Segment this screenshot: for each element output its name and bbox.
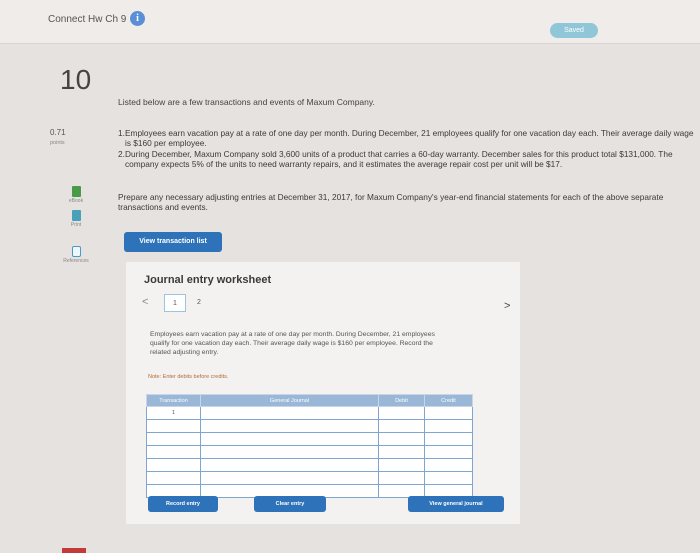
credit-cell[interactable] (424, 419, 473, 433)
transaction-cell: 1 (146, 406, 201, 420)
account-cell[interactable] (200, 471, 379, 485)
list-item: 1. Employees earn vacation pay at a rate… (118, 128, 698, 148)
top-bar: Connect Hw Ch 9 i Saved (0, 0, 700, 44)
credit-cell[interactable] (424, 406, 473, 420)
credit-cell[interactable] (424, 471, 473, 485)
item-text: During December, Maxum Company sold 3,60… (125, 149, 673, 169)
ebook-icon (71, 186, 81, 197)
list-item: 2. During December, Maxum Company sold 3… (118, 149, 698, 169)
item-number: 1. (118, 128, 125, 138)
transaction-list: 1. Employees earn vacation pay at a rate… (118, 128, 698, 169)
table-row (146, 419, 473, 433)
item-text: Employees earn vacation pay at a rate of… (125, 128, 694, 148)
col-credit: Credit (424, 394, 473, 407)
page-1-tab[interactable]: 1 (164, 294, 186, 312)
print-tool[interactable]: Print (52, 210, 100, 228)
record-entry-button[interactable]: Record entry (148, 496, 218, 512)
debit-cell[interactable] (378, 445, 425, 459)
ebook-label: eBook (68, 198, 84, 204)
table-row (146, 458, 473, 472)
debit-cell[interactable] (378, 419, 425, 433)
debit-cell[interactable] (378, 406, 425, 420)
next-page-icon[interactable]: > (504, 300, 510, 312)
col-general-journal: General Journal (200, 394, 379, 407)
journal-entry-worksheet: Journal entry worksheet < 1 2 > Employee… (126, 262, 520, 524)
points-block: 0.71 points (50, 128, 66, 148)
info-icon[interactable]: i (130, 11, 145, 26)
transaction-cell (146, 432, 201, 446)
debit-cell[interactable] (378, 471, 425, 485)
journal-table: Transaction General Journal Debit Credit… (146, 394, 473, 498)
worksheet-description: Employees earn vacation pay at a rate of… (150, 331, 435, 356)
print-label: Print (70, 222, 82, 228)
worksheet-buttons: Record entry Clear entry View general jo… (126, 496, 520, 516)
debit-cell[interactable] (378, 432, 425, 446)
question-number: 10 (60, 64, 92, 95)
table-header-row: Transaction General Journal Debit Credit (146, 394, 473, 407)
print-icon (71, 210, 81, 221)
item-number: 2. (118, 149, 125, 159)
account-cell[interactable] (200, 419, 379, 433)
account-cell[interactable] (200, 458, 379, 472)
bottom-tab-strip (62, 548, 86, 553)
credit-cell[interactable] (424, 458, 473, 472)
credit-cell[interactable] (424, 432, 473, 446)
worksheet-title: Journal entry worksheet (144, 274, 272, 286)
ebook-tool[interactable]: eBook (52, 186, 100, 204)
table-row (146, 471, 473, 485)
credit-cell[interactable] (424, 445, 473, 459)
view-general-journal-button[interactable]: View general journal (408, 496, 504, 512)
instructions: Prepare any necessary adjusting entries … (118, 192, 664, 212)
transaction-cell (146, 445, 201, 459)
saved-badge: Saved (550, 23, 598, 38)
assignment-title: Connect Hw Ch 9 (48, 14, 127, 25)
view-transaction-list-button[interactable]: View transaction list (124, 232, 222, 252)
worksheet-note: Note: Enter debits before credits. (148, 374, 229, 380)
col-transaction: Transaction (146, 394, 201, 407)
references-tool[interactable]: References (52, 246, 100, 264)
col-debit: Debit (378, 394, 425, 407)
references-label: References (63, 258, 89, 264)
transaction-cell (146, 458, 201, 472)
points-value: 0.71 (50, 128, 66, 137)
account-cell[interactable] (200, 445, 379, 459)
debit-cell[interactable] (378, 458, 425, 472)
table-row (146, 445, 473, 459)
points-label: points (50, 140, 65, 146)
page-2-tab[interactable]: 2 (188, 294, 210, 312)
account-cell[interactable] (200, 406, 379, 420)
table-row: 1 (146, 406, 473, 420)
clear-entry-button[interactable]: Clear entry (254, 496, 326, 512)
question-intro: Listed below are a few transactions and … (118, 97, 375, 107)
transaction-cell (146, 471, 201, 485)
table-row (146, 432, 473, 446)
transaction-cell (146, 419, 201, 433)
references-icon (71, 246, 81, 257)
prev-page-icon[interactable]: < (142, 296, 148, 308)
account-cell[interactable] (200, 432, 379, 446)
